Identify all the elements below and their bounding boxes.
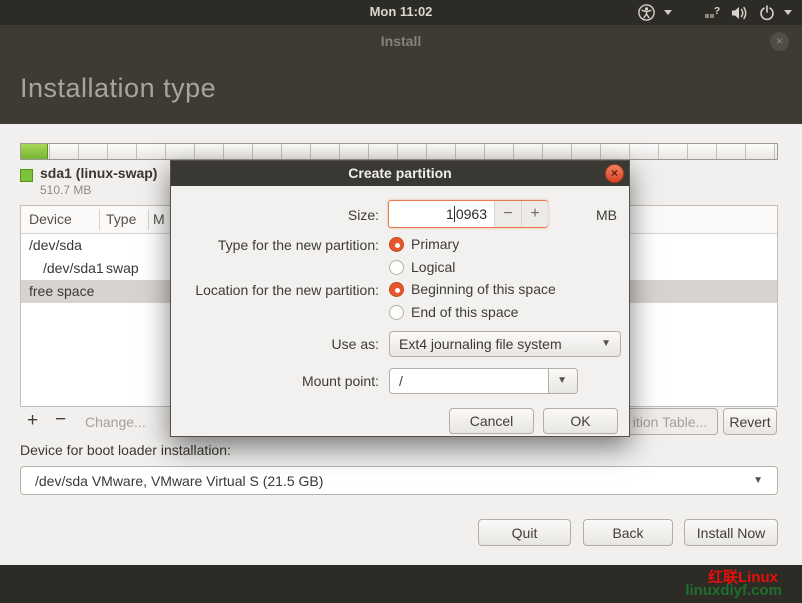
volume-icon[interactable] — [731, 5, 750, 21]
dialog-close-icon[interactable]: × — [605, 164, 624, 183]
radio-icon[interactable] — [389, 237, 404, 252]
size-value: 0963 — [456, 206, 487, 222]
system-tray: ? — [638, 0, 792, 25]
column-separator — [148, 209, 149, 230]
column-header-device[interactable]: Device — [29, 211, 72, 227]
use-as-select[interactable]: Ext4 journaling file system ▼ — [389, 331, 621, 357]
create-partition-dialog: Create partition × Size: 1 0963 − + MB T… — [170, 160, 630, 437]
radio-option-primary[interactable]: Primary — [389, 236, 459, 252]
size-unit-label: MB — [596, 207, 617, 223]
window-header: Install × Installation type — [0, 25, 802, 124]
location-label: Location for the new partition: — [171, 282, 379, 298]
legend-color-swatch — [20, 169, 33, 182]
radio-option-logical[interactable]: Logical — [389, 259, 455, 275]
cell-device: free space — [29, 283, 94, 299]
power-caret-icon[interactable] — [784, 10, 792, 15]
network-status-icon[interactable]: ? — [704, 5, 722, 20]
top-bar: Mon 11:02 ? — [0, 0, 802, 25]
radio-label: Logical — [411, 259, 455, 275]
page-title: Installation type — [20, 73, 216, 104]
new-partition-table-button[interactable]: ition Table... — [622, 408, 718, 435]
boot-loader-label: Device for boot loader installation: — [20, 442, 231, 458]
chevron-down-icon: ▼ — [557, 375, 567, 386]
column-header-type[interactable]: Type — [106, 211, 136, 227]
ok-button[interactable]: OK — [543, 408, 618, 434]
window-close-icon[interactable]: × — [770, 32, 789, 51]
radio-icon[interactable] — [389, 260, 404, 275]
size-decrement-button[interactable]: − — [494, 201, 521, 227]
column-header-mount[interactable]: M — [153, 211, 165, 227]
column-separator — [99, 209, 100, 230]
chevron-down-icon: ▼ — [753, 475, 763, 486]
type-label: Type for the new partition: — [171, 237, 379, 253]
chevron-down-icon: ▼ — [601, 338, 611, 349]
accessibility-caret-icon[interactable] — [664, 10, 672, 15]
change-partition-button[interactable]: Change... — [85, 414, 146, 430]
size-label: Size: — [171, 207, 379, 223]
back-button[interactable]: Back — [583, 519, 673, 546]
quit-button[interactable]: Quit — [478, 519, 571, 546]
mount-point-combobox[interactable]: / ▼ — [389, 368, 578, 394]
radio-label: Primary — [411, 236, 459, 252]
boot-loader-value: /dev/sda VMware, VMware Virtual S (21.5 … — [35, 473, 323, 489]
cell-type: swap — [106, 260, 139, 276]
mount-point-label: Mount point: — [171, 373, 379, 389]
partition-bar-ticks — [21, 144, 777, 159]
size-value: 1 — [446, 206, 454, 222]
dialog-title-bar[interactable]: Create partition × — [171, 161, 629, 186]
radio-icon[interactable] — [389, 282, 404, 297]
bottom-strip: 红联Linux linuxdiyf.com — [0, 565, 802, 603]
watermark-line2: linuxdiyf.com — [685, 582, 782, 599]
partition-segment-swap — [21, 144, 48, 159]
power-icon[interactable] — [759, 5, 775, 21]
dialog-title: Create partition — [171, 165, 629, 181]
svg-text:?: ? — [714, 6, 720, 17]
revert-button[interactable]: Revert — [723, 408, 777, 435]
boot-loader-select[interactable]: /dev/sda VMware, VMware Virtual S (21.5 … — [20, 466, 778, 495]
cancel-button[interactable]: Cancel — [449, 408, 534, 434]
radio-icon[interactable] — [389, 305, 404, 320]
remove-partition-button[interactable]: − — [55, 409, 66, 431]
size-increment-button[interactable]: + — [521, 201, 548, 227]
window-title: Install — [0, 33, 802, 49]
partition-bar — [20, 143, 778, 160]
install-now-button[interactable]: Install Now — [684, 519, 778, 546]
screen: Mon 11:02 ? Install × Installation type — [0, 0, 802, 603]
cell-device: /dev/sda1 — [43, 260, 104, 276]
add-partition-button[interactable]: + — [27, 410, 38, 432]
size-input[interactable]: 1 0963 — [389, 201, 494, 227]
radio-label: End of this space — [411, 304, 518, 320]
radio-option-beginning[interactable]: Beginning of this space — [389, 281, 556, 297]
accessibility-icon[interactable] — [638, 4, 655, 21]
use-as-label: Use as: — [171, 336, 379, 352]
cell-device: /dev/sda — [29, 237, 82, 253]
use-as-value: Ext4 journaling file system — [399, 336, 562, 352]
radio-label: Beginning of this space — [411, 281, 556, 297]
radio-option-end[interactable]: End of this space — [389, 304, 518, 320]
size-spinner: 1 0963 − + — [388, 200, 548, 228]
legend-label: sda1 (linux-swap) — [40, 165, 157, 181]
mount-point-value: / — [399, 373, 403, 389]
legend-size: 510.7 MB — [40, 183, 91, 197]
